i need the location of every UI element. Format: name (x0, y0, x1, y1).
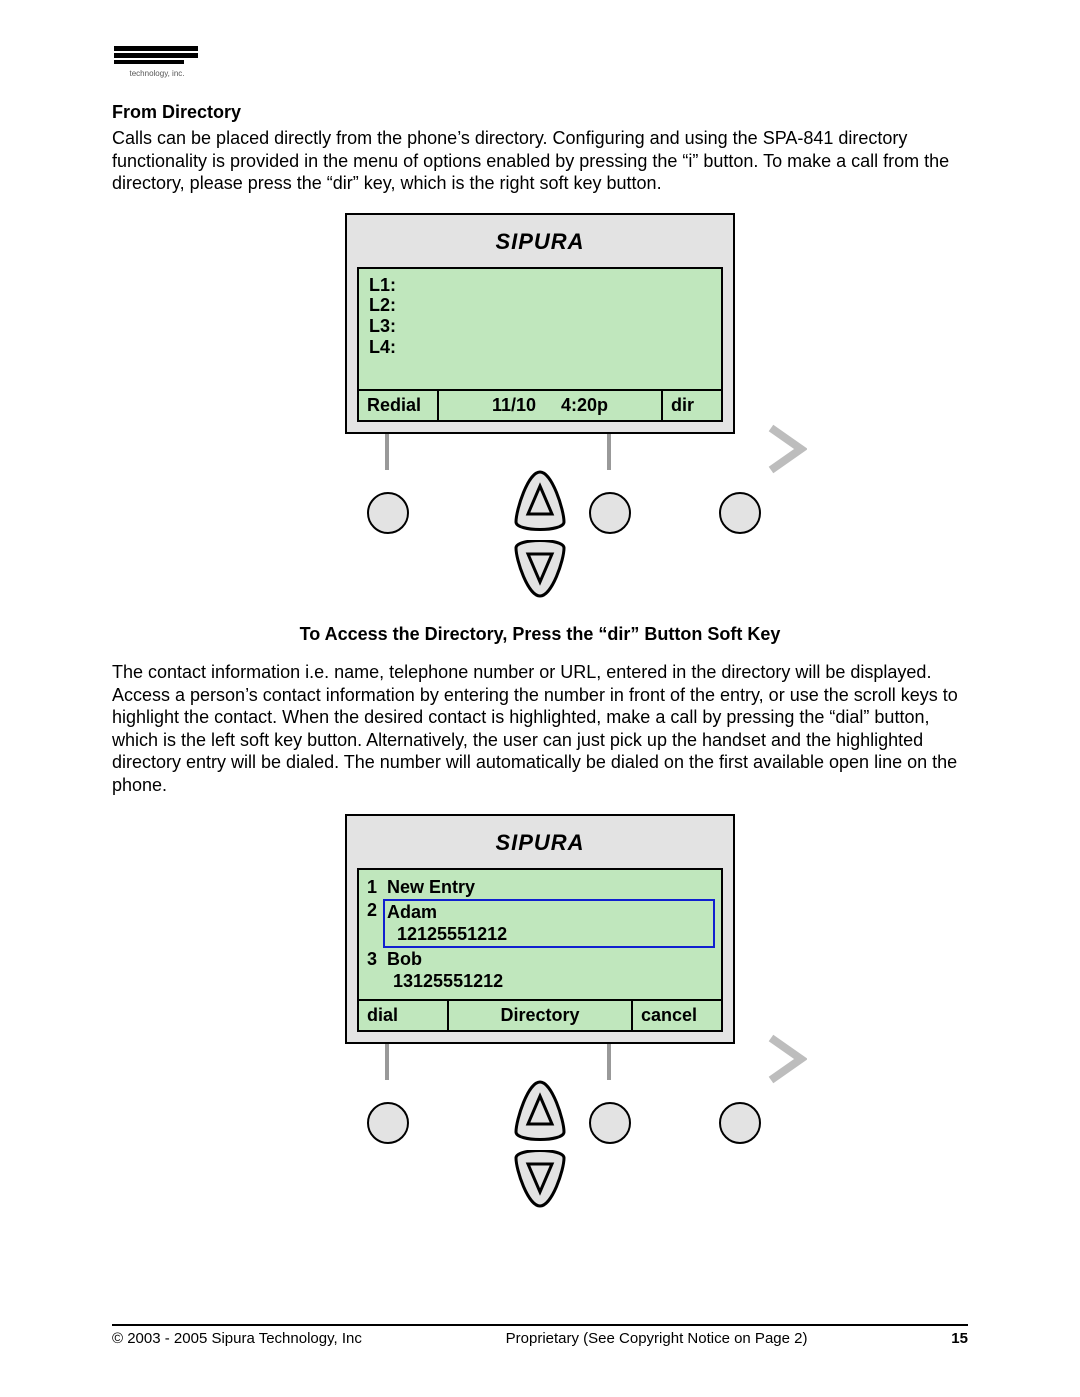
nav-down-button[interactable] (512, 540, 568, 605)
softkey-stub-right (607, 434, 611, 470)
info-button[interactable] (719, 492, 761, 534)
softkey-redial[interactable]: Redial (359, 391, 439, 420)
entry-number: 13125551212 (383, 970, 503, 993)
footer-copyright: © 2003 - 2005 Sipura Technology, Inc (112, 1330, 362, 1347)
phone-diagram-directory: SIPURA 1 New Entry 2 Adam 12125551212 (305, 814, 775, 1214)
right-soft-button[interactable] (589, 1102, 631, 1144)
entry-index: 2 (367, 899, 383, 948)
left-soft-button[interactable] (367, 492, 409, 534)
softkey-stub-left (385, 1044, 389, 1080)
entry-bob[interactable]: Bob (387, 948, 422, 971)
screen-title: Directory (449, 1001, 631, 1030)
nav-up-button[interactable] (512, 470, 568, 541)
phone-lcd: SIPURA 1 New Entry 2 Adam 12125551212 (345, 814, 735, 1044)
lcd-brand: SIPURA (357, 229, 723, 255)
right-soft-button[interactable] (589, 492, 631, 534)
status-date: 11/10 (492, 395, 536, 415)
entry-index: 1 (367, 876, 383, 899)
softkey-stub-left (385, 434, 389, 470)
line-4-label: L4: (369, 337, 711, 358)
nav-down-button[interactable] (512, 1150, 568, 1215)
entry-new[interactable]: New Entry (387, 876, 475, 899)
lcd-screen-idle: L1: L2: L3: L4: Redial 11/10 4:20p dir (357, 267, 723, 423)
info-button[interactable] (719, 1102, 761, 1144)
softkey-dir[interactable]: dir (661, 391, 721, 420)
company-logo: technology, inc. (112, 40, 968, 80)
paragraph-intro: Calls can be placed directly from the ph… (112, 127, 968, 195)
phone-diagram-idle: SIPURA L1: L2: L3: L4: Redial 11/10 4:20… (305, 213, 775, 605)
logo-tagline: technology, inc. (130, 69, 185, 78)
line-3-label: L3: (369, 316, 711, 337)
lcd-brand: SIPURA (357, 830, 723, 856)
footer-proprietary: Proprietary (See Copyright Notice on Pag… (506, 1330, 808, 1347)
entry-selected[interactable]: Adam 12125551212 (383, 899, 715, 948)
left-soft-button[interactable] (367, 1102, 409, 1144)
phone-lcd: SIPURA L1: L2: L3: L4: Redial 11/10 4:20… (345, 213, 735, 435)
entry-number: 12125551212 (387, 923, 711, 946)
line-2-label: L2: (369, 295, 711, 316)
section-heading-from-directory: From Directory (112, 102, 968, 123)
entry-index: 3 (367, 948, 383, 971)
softkey-cancel[interactable]: cancel (631, 1001, 721, 1030)
status-date-time: 11/10 4:20p (439, 391, 661, 420)
entry-name: Adam (387, 901, 711, 924)
line-1-label: L1: (369, 275, 711, 296)
status-time: 4:20p (561, 395, 608, 415)
softkey-dial[interactable]: dial (359, 1001, 449, 1030)
page-number: 15 (951, 1330, 968, 1347)
lcd-screen-directory: 1 New Entry 2 Adam 12125551212 3 (357, 868, 723, 1032)
chevron-right-icon (767, 424, 807, 474)
softkey-stub-right (607, 1044, 611, 1080)
paragraph-directory-usage: The contact information i.e. name, telep… (112, 661, 968, 796)
chevron-right-icon (767, 1034, 807, 1084)
nav-up-button[interactable] (512, 1080, 568, 1151)
figure-caption-1: To Access the Directory, Press the “dir”… (112, 624, 968, 645)
